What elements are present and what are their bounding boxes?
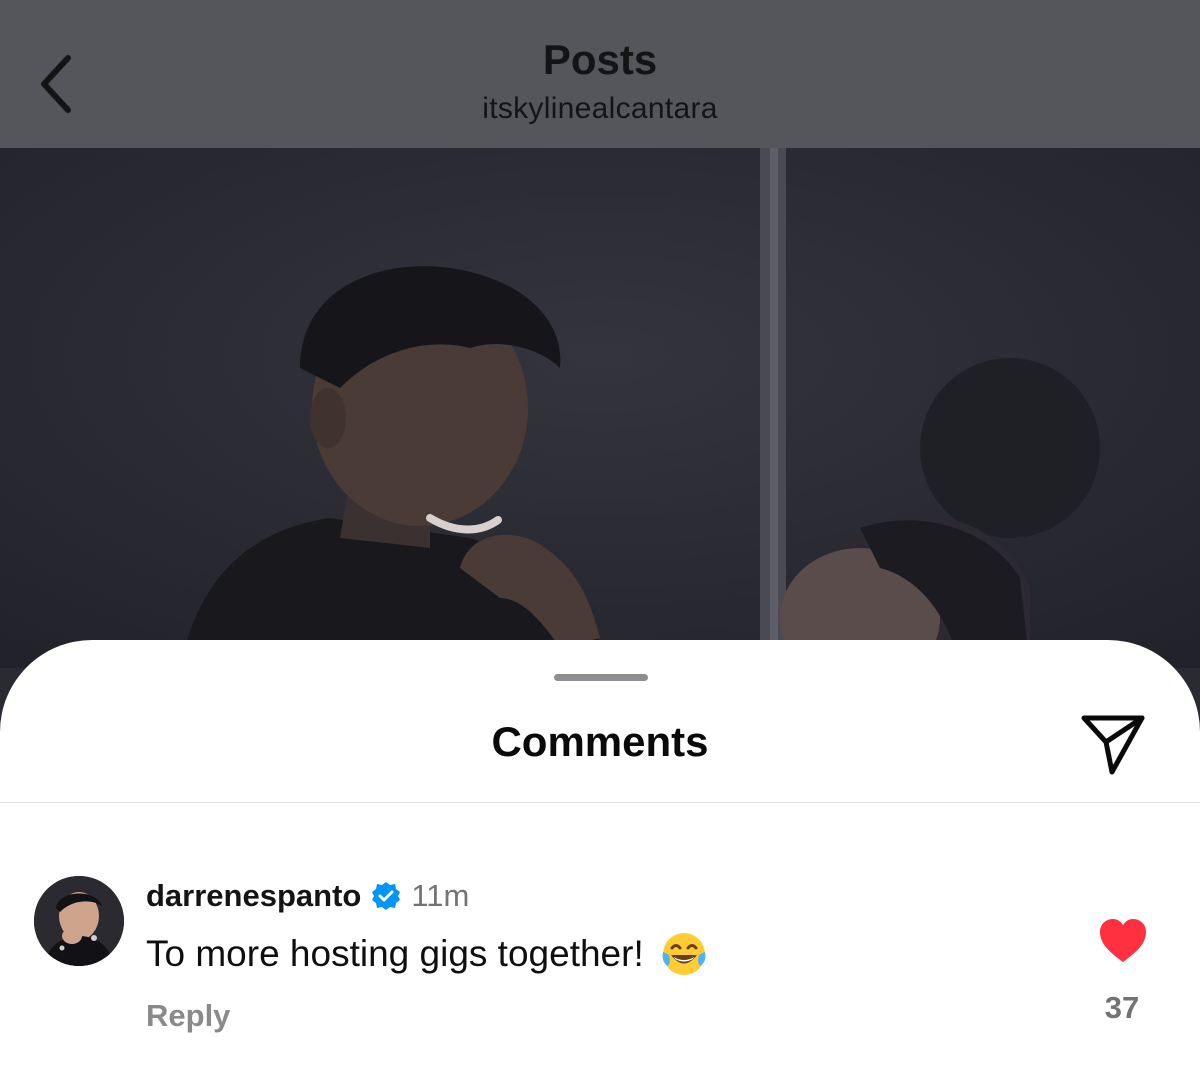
comments-title: Comments — [491, 718, 709, 765]
share-button[interactable] — [1078, 710, 1148, 780]
like-count: 37 — [1104, 990, 1140, 1025]
verified-badge-icon — [371, 881, 401, 911]
heart-filled-icon — [1100, 919, 1146, 962]
like-button[interactable] — [1098, 918, 1148, 964]
divider — [0, 802, 1200, 803]
comment-body: To more hosting gigs together! — [146, 930, 708, 978]
comment-text: To more hosting gigs together! — [146, 933, 644, 974]
comment-header: darrenespanto 11m — [146, 878, 469, 914]
avatar[interactable] — [34, 876, 124, 966]
face-with-tears-of-joy-icon — [660, 930, 708, 978]
page-title: Posts — [542, 36, 658, 83]
drag-handle[interactable] — [554, 674, 648, 681]
account-username[interactable]: itskylinealcantara — [0, 92, 1200, 126]
comment-time: 11m — [411, 878, 470, 913]
reply-button[interactable]: Reply — [146, 998, 230, 1034]
photo-illustration — [0, 148, 1200, 668]
comment-username[interactable]: darrenespanto — [146, 878, 361, 914]
post-photo[interactable] — [0, 148, 1200, 668]
top-header: Posts itskylinealcantara — [0, 0, 1200, 148]
paper-plane-icon — [1081, 715, 1145, 775]
comments-sheet: Comments darrenespanto 11m To more hosti… — [0, 640, 1200, 1072]
avatar-image — [34, 876, 124, 966]
comment-item: darrenespanto 11m To more hosting gigs t… — [0, 870, 1200, 1070]
